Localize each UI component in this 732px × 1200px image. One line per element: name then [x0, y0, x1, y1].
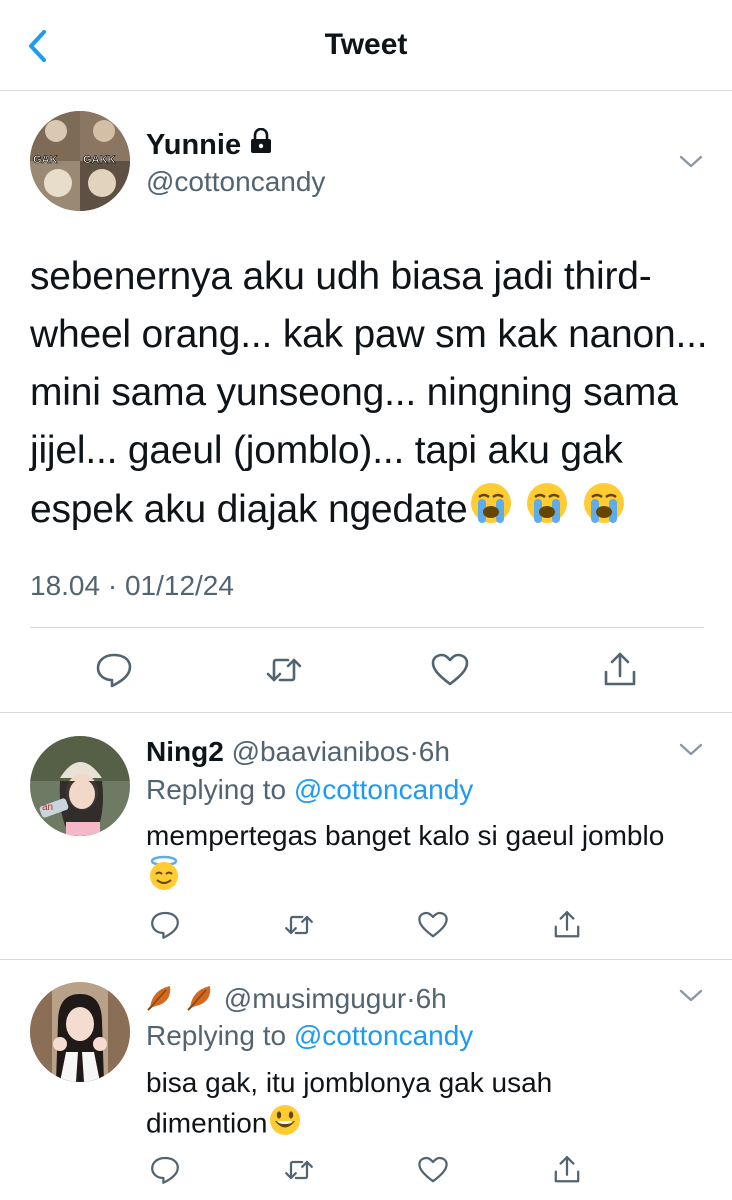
replying-to-label: Replying to — [146, 774, 287, 805]
reply-text-line: dimention — [146, 1107, 268, 1139]
replying-to: Replying to @cottoncandy — [146, 1020, 473, 1052]
chevron-down-icon[interactable] — [678, 740, 704, 760]
separator-dot: · — [406, 982, 416, 1014]
lock-icon — [249, 127, 273, 162]
avatar[interactable]: GAK GAKK — [30, 111, 130, 211]
like-heart-icon[interactable] — [411, 903, 455, 947]
mention-link[interactable]: @cottoncandy — [294, 774, 473, 805]
reply-header: Ning2 @baavianibos·6h — [146, 736, 450, 768]
reply-time: 6h — [415, 982, 447, 1014]
chevron-down-icon[interactable] — [678, 986, 704, 1006]
reply-text-line2 — [146, 855, 716, 901]
share-icon[interactable] — [598, 648, 642, 692]
tweet-text-line: espek aku diajak ngedate — [30, 487, 468, 531]
avatar-caption-left: GAK — [33, 154, 58, 166]
bottle-label-text: an — [42, 802, 53, 813]
user-handle[interactable]: @musimgugur — [224, 983, 406, 1014]
tweet-timestamp[interactable]: 18.04 · 01/12/24 — [30, 570, 234, 602]
retweet-icon[interactable] — [262, 648, 306, 692]
retweet-icon[interactable] — [277, 1148, 321, 1192]
reply-icon[interactable] — [92, 648, 136, 692]
reply-icon[interactable] — [143, 903, 187, 947]
reply-icon[interactable] — [143, 1148, 187, 1192]
reply-text-line2: dimention — [146, 1102, 716, 1148]
reply-text: bisa gak, itu jomblonya gak usah dimenti… — [146, 1064, 716, 1148]
avatar-caption-right: GAKK — [83, 154, 115, 166]
display-name-emojis[interactable] — [146, 983, 216, 1014]
user-handle[interactable]: @cottoncandy — [146, 166, 325, 198]
loudly-crying-face-icon — [581, 480, 627, 543]
divider — [30, 627, 704, 628]
mention-link[interactable]: @cottoncandy — [294, 1020, 473, 1051]
divider — [0, 712, 732, 713]
tweet-text-line: mini sama yunseong... ningning sama — [30, 371, 678, 414]
display-name[interactable]: Yunnie — [146, 129, 241, 162]
separator-dot: · — [409, 736, 419, 767]
display-name-row[interactable]: Yunnie — [146, 127, 273, 162]
replying-to-label: Replying to — [146, 1020, 287, 1051]
tweet-text: sebenernya aku udh biasa jadi third- whe… — [30, 248, 710, 543]
tweet-text-line: wheel orang... kak paw sm kak nanon... — [30, 313, 708, 356]
like-heart-icon[interactable] — [411, 1148, 455, 1192]
tweet-text-line: sebenernya aku udh biasa jadi third- — [30, 255, 652, 298]
share-icon[interactable] — [545, 903, 589, 947]
page-title: Tweet — [324, 28, 408, 61]
retweet-icon[interactable] — [277, 903, 321, 947]
loudly-crying-face-icon — [524, 480, 570, 543]
fallen-leaf-icon — [186, 982, 216, 1019]
loudly-crying-face-icon — [468, 480, 514, 543]
divider — [0, 959, 732, 960]
avatar[interactable] — [30, 982, 130, 1082]
like-heart-icon[interactable] — [428, 648, 472, 692]
reply-text: mempertegas banget kalo si gaeul jomblo — [146, 817, 716, 901]
reply-text-line: bisa gak, itu jomblonya gak usah — [146, 1067, 553, 1098]
tweet-text-line-last: espek aku diajak ngedate — [30, 480, 710, 543]
avatar[interactable]: an — [30, 736, 130, 836]
reply-time: 6h — [418, 736, 450, 767]
tweet-text-line: jijel... gaeul (jomblo)... tapi aku gak — [30, 429, 623, 472]
reply-text-line: mempertegas banget kalo si gaeul jomblo — [146, 820, 665, 851]
grinning-face-with-big-eyes-icon — [267, 1102, 303, 1148]
display-name[interactable]: Ning2 — [146, 736, 224, 767]
user-handle[interactable]: @baavianibos — [232, 736, 410, 767]
replying-to: Replying to @cottoncandy — [146, 774, 473, 806]
smiling-face-with-halo-icon — [146, 855, 182, 901]
fallen-leaf-icon — [146, 982, 176, 1019]
reply-header: @musimgugur·6h — [146, 982, 447, 1019]
share-icon[interactable] — [545, 1148, 589, 1192]
chevron-down-icon[interactable] — [678, 152, 704, 172]
